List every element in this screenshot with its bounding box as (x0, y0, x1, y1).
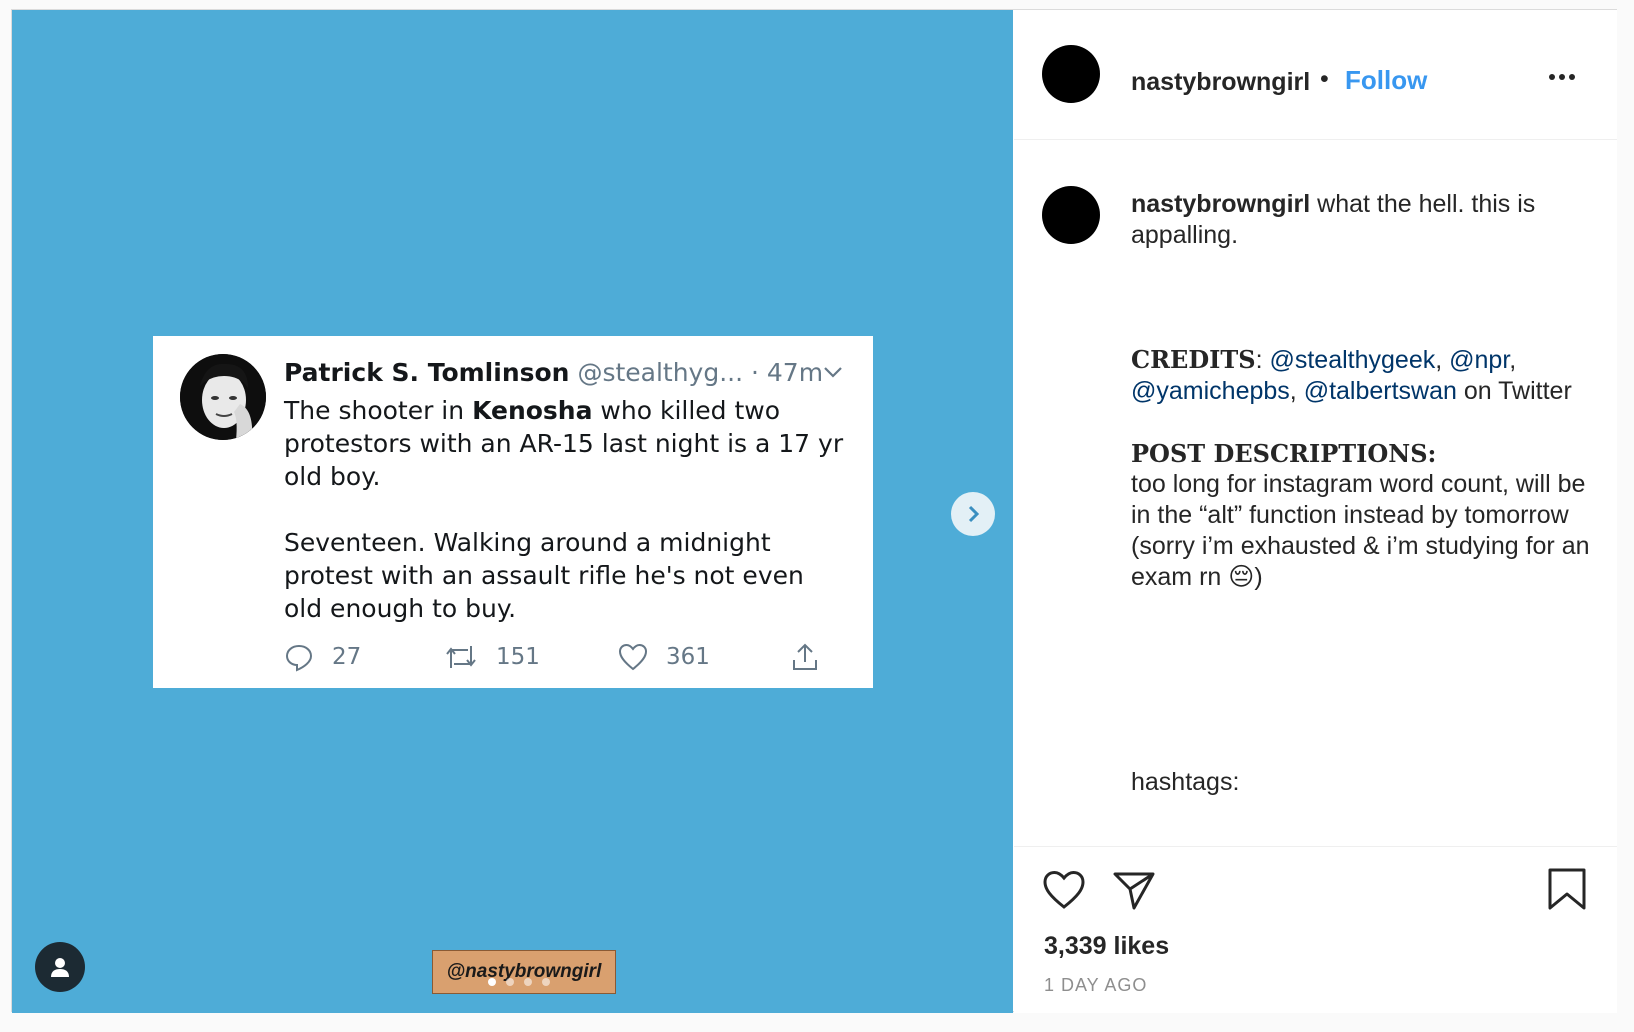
post-media[interactable]: Patrick S. Tomlinson @stealthyg... · 47m… (12, 10, 1013, 1013)
post-header: nastybrowngirl • Follow (1014, 10, 1617, 140)
carousel-dot (506, 978, 514, 986)
caption-username[interactable]: nastybrowngirl (1131, 190, 1310, 218)
header-username[interactable]: nastybrowngirl (1131, 68, 1310, 97)
carousel-dot (542, 978, 550, 986)
header-separator: • (1320, 65, 1329, 93)
post-descriptions-heading: POST DESCRIPTIONS: (1131, 439, 1437, 468)
caption-avatar[interactable] (1042, 186, 1100, 244)
watermark-tag: @nastybrowngirl (432, 950, 616, 994)
share-icon[interactable] (1112, 869, 1156, 916)
tweet-paragraph-1: The shooter in Kenosha who killed two pr… (284, 396, 844, 491)
tweet-handle-time: @stealthyg... · 47m (577, 358, 824, 387)
heart-icon[interactable] (1042, 869, 1086, 916)
avatar[interactable] (1042, 45, 1100, 103)
tweet-author: Patrick S. Tomlinson (284, 358, 570, 387)
mention-link[interactable]: @stealthygeek (1269, 346, 1435, 374)
caption: nastybrowngirl what the hell. this is ap… (1131, 189, 1591, 798)
carousel-dot (488, 978, 496, 986)
carousel-dots (488, 978, 550, 986)
chevron-right-icon[interactable] (951, 492, 995, 536)
retweet-icon (446, 646, 476, 668)
user-icon[interactable] (35, 942, 85, 992)
mention-link[interactable]: @npr (1449, 346, 1509, 374)
tweet-header: Patrick S. Tomlinson @stealthyg... · 47m (284, 358, 823, 387)
comments-area[interactable]: nastybrowngirl what the hell. this is ap… (1014, 141, 1617, 846)
tweet-actions: 27 151 361 (284, 640, 844, 674)
post-descriptions-text: too long for instagram word count, will … (1131, 470, 1590, 591)
upload-icon (790, 640, 838, 674)
follow-button[interactable]: Follow (1345, 65, 1427, 96)
reply-icon (285, 644, 313, 672)
post-time: 1 DAY AGO (1044, 975, 1148, 995)
tweet-text: The shooter in Kenosha who killed two pr… (284, 394, 844, 625)
tweet-retweets: 151 (444, 640, 540, 674)
credits: CREDITS: @stealthygeek, @npr, @yamichepb… (1131, 345, 1572, 405)
tweet-paragraph-2: Seventeen. Walking around a midnight pro… (284, 528, 804, 623)
post-sidebar: nastybrowngirl • Follow nastybrowngirl w… (1014, 10, 1617, 1013)
bookmark-icon[interactable] (1546, 867, 1588, 916)
tweet-avatar (180, 354, 266, 440)
hashtags-label: hashtags: (1131, 768, 1240, 796)
post-actions: 3,339 likes 1 DAY AGO (1014, 846, 1617, 1013)
chevron-down-icon (821, 360, 845, 384)
likes-count[interactable]: 3,339 likes (1044, 932, 1169, 961)
tweet-screenshot: Patrick S. Tomlinson @stealthyg... · 47m… (153, 336, 873, 688)
heart-outline-icon (618, 643, 648, 671)
carousel-dot (524, 978, 532, 986)
caption-first: nastybrowngirl what the hell. this is ap… (1131, 190, 1536, 249)
tweet-replies: 27 (284, 640, 361, 674)
tweet-likes: 361 (618, 640, 710, 674)
mention-link[interactable]: @talbertswan (1304, 377, 1457, 405)
mention-link[interactable]: @yamichepbs (1131, 377, 1290, 405)
instagram-post: Patrick S. Tomlinson @stealthyg... · 47m… (11, 9, 1617, 1013)
more-icon[interactable] (1542, 62, 1582, 92)
